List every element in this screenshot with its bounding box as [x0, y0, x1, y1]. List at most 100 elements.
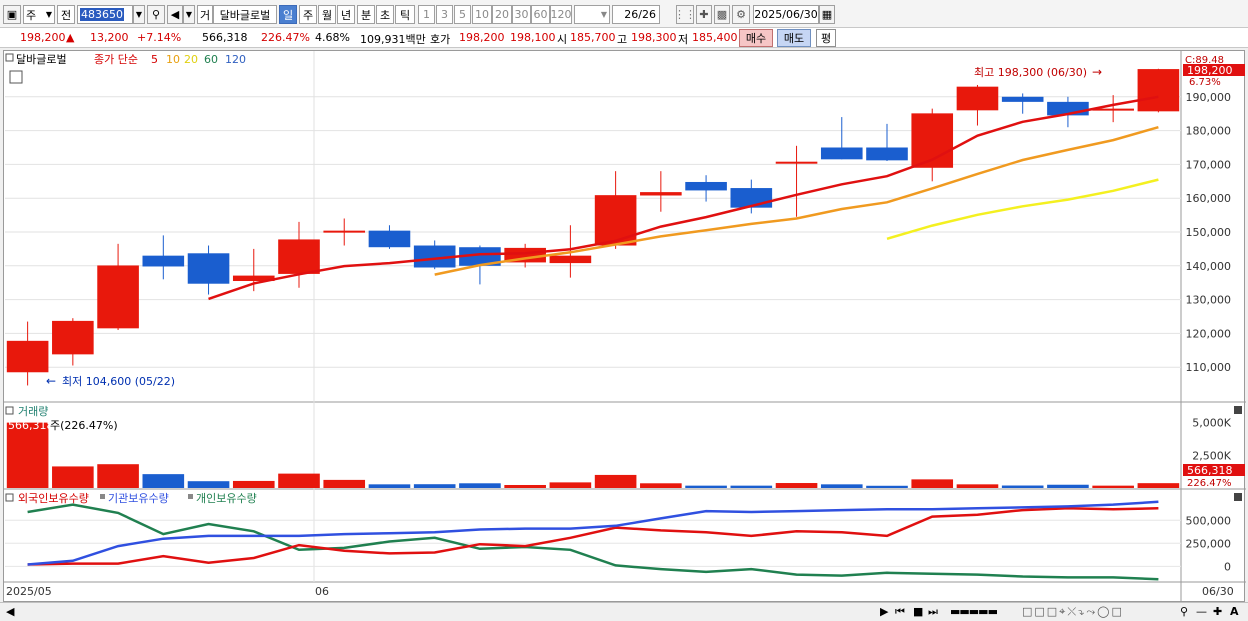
- period-tab-tick[interactable]: 틱: [395, 5, 415, 24]
- period-tab-month[interactable]: 월: [318, 5, 336, 24]
- buy-button[interactable]: 매수: [739, 29, 773, 47]
- volume-bar: [187, 481, 230, 488]
- volume-bar: [730, 485, 773, 488]
- zoom-out-icon[interactable]: —: [1196, 605, 1207, 618]
- drawing-tools-icon[interactable]: □□□⌖⤬⤵⤳◯□: [1022, 605, 1124, 619]
- holdings-tick-label: 0: [1224, 560, 1231, 573]
- crosshair-icon[interactable]: ✚: [696, 5, 712, 24]
- stock-name-field[interactable]: 달바글로벌: [213, 5, 277, 24]
- volume-bar: [504, 484, 546, 488]
- period-tab-label: 년: [340, 8, 352, 22]
- sell-button[interactable]: 매도: [777, 29, 811, 47]
- search-icon[interactable]: ⚲: [147, 5, 165, 24]
- min-annotation: 최저 104,600 (05/22): [62, 375, 175, 388]
- interval-label: 30: [514, 8, 529, 21]
- high-label: 고: [617, 33, 628, 46]
- up-triangle-icon: ▲: [66, 31, 75, 44]
- ma-period-label: 120: [225, 53, 246, 66]
- legend-marker: [188, 494, 193, 499]
- volume-bar: [775, 483, 818, 488]
- stop-icon[interactable]: ■: [913, 605, 923, 618]
- interval-custom-select[interactable]: ▼: [574, 5, 610, 24]
- candle-body: [685, 181, 727, 191]
- volume-value: 566,318: [202, 31, 248, 44]
- period-tab-label: 일: [282, 8, 294, 22]
- speaker-icon[interactable]: ◀: [167, 5, 183, 24]
- open-price: 185,700: [570, 31, 616, 44]
- date-field[interactable]: 2025/06/30: [753, 5, 819, 24]
- period-tab-label: 월: [321, 8, 333, 22]
- volume-bar: [1001, 485, 1044, 488]
- interval-label: 3: [441, 8, 448, 21]
- chart-area[interactable]: 190,000 180,000 170,000 160,000 150,000 140,0…: [3, 50, 1246, 603]
- panel-close-icon: [1234, 406, 1242, 414]
- period-week-label: 주: [26, 8, 37, 22]
- volume-bar: [413, 484, 456, 488]
- chevron-down-icon: ▼: [135, 10, 143, 19]
- ma-period-label: 5: [151, 53, 158, 66]
- save-icon[interactable]: ▩: [714, 5, 730, 24]
- period-tab-day[interactable]: 일: [279, 5, 297, 24]
- settings-gear-icon[interactable]: ⚙: [732, 5, 750, 24]
- volume-bar: [866, 485, 908, 488]
- rewind-icon[interactable]: ⏮: [895, 605, 905, 619]
- average-label: 평: [820, 32, 832, 45]
- stock-code-text: 483650: [80, 8, 124, 21]
- volume-bar: [1047, 484, 1089, 488]
- stock-chart-svg[interactable]: 190,000 180,000 170,000 160,000 150,000 140,0…: [4, 51, 1246, 603]
- interval-10[interactable]: 10: [472, 5, 492, 24]
- interval-60[interactable]: 60: [531, 5, 550, 24]
- interval-20[interactable]: 20: [492, 5, 512, 24]
- volume-bar: [685, 485, 727, 488]
- period-week-select[interactable]: 주 ▼: [23, 5, 55, 24]
- holdings-legend-label: 외국인보유수량: [18, 492, 89, 505]
- zoom-in-icon[interactable]: ✚: [1213, 605, 1222, 618]
- turnover-percent: 4.68%: [315, 31, 350, 44]
- volume-tick-label: 5,000K: [1192, 417, 1231, 430]
- volume-bar: [97, 464, 139, 488]
- stock-code-input[interactable]: 483650: [77, 5, 133, 24]
- candle-body: [1137, 69, 1180, 112]
- interval-120[interactable]: 120: [550, 5, 572, 24]
- magnify-icon[interactable]: ⚲: [1180, 605, 1188, 618]
- font-size-icon[interactable]: A: [1230, 605, 1239, 618]
- volume-bar: [549, 482, 592, 488]
- count-field[interactable]: 26/26: [612, 5, 660, 24]
- interval-1[interactable]: 1: [418, 5, 435, 24]
- scroll-right-icon[interactable]: ▶: [880, 605, 888, 618]
- period-tab-year[interactable]: 년: [337, 5, 355, 24]
- average-button[interactable]: 평: [816, 29, 836, 47]
- volume-bar: [368, 484, 411, 488]
- price-panel-title: 달바글로벌: [16, 53, 67, 66]
- candle-body: [775, 161, 818, 164]
- change-percent: +7.14%: [137, 31, 182, 44]
- volume-bar: [278, 473, 320, 488]
- period-tab-label: 주: [302, 8, 314, 22]
- volume-bar: [6, 422, 49, 488]
- volume-bar: [820, 484, 863, 488]
- prev-button[interactable]: 전: [57, 5, 75, 24]
- period-tab-week[interactable]: 주: [299, 5, 317, 24]
- period-tab-second[interactable]: 초: [376, 5, 394, 24]
- fast-forward-icon[interactable]: ⏭: [928, 605, 938, 619]
- volume-bar: [1092, 485, 1134, 488]
- code-dropdown-button[interactable]: ▼: [133, 5, 145, 24]
- scroll-left-icon[interactable]: ◀: [6, 605, 14, 618]
- zoom-slider-icon[interactable]: ▬▬▬▬▬: [950, 605, 998, 618]
- calendar-icon[interactable]: ▦: [819, 5, 835, 24]
- interval-label: 1: [423, 8, 430, 21]
- mode-button[interactable]: 거: [197, 5, 213, 24]
- interval-30[interactable]: 30: [512, 5, 531, 24]
- speaker-dropdown-button[interactable]: ▼: [183, 5, 195, 24]
- interval-5[interactable]: 5: [454, 5, 471, 24]
- volume-bar: [52, 466, 94, 488]
- grid-icon[interactable]: ⋮⋮: [674, 5, 696, 24]
- sell-label: 매도: [783, 32, 805, 45]
- interval-3[interactable]: 3: [436, 5, 453, 24]
- period-tab-label: 분: [360, 8, 372, 22]
- mode-label: 거: [199, 8, 211, 22]
- min-arrow-icon: ←: [46, 374, 56, 388]
- candle-body: [368, 230, 411, 248]
- window-icon[interactable]: ▣: [3, 5, 21, 24]
- period-tab-minute[interactable]: 분: [357, 5, 375, 24]
